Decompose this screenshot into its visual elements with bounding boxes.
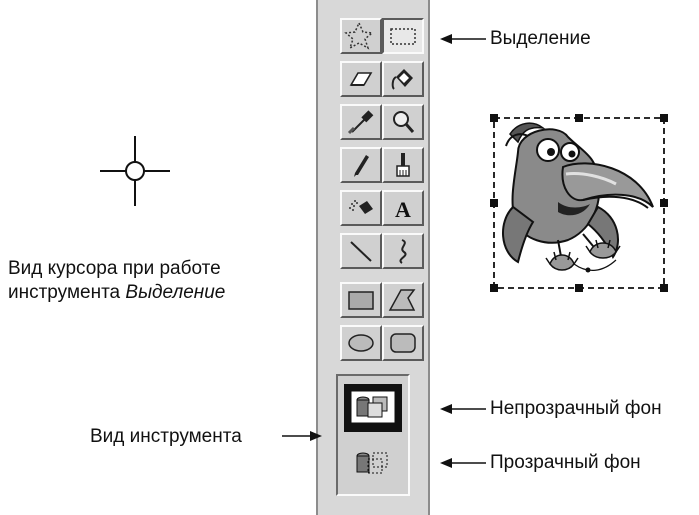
cursor-note-line2: инструмента Выделение <box>8 281 225 305</box>
tool-ellipse[interactable] <box>340 325 382 361</box>
background-option-panel <box>336 374 410 496</box>
curve-icon <box>399 239 407 264</box>
tool-rect-select[interactable] <box>382 18 424 54</box>
tool-airbrush[interactable] <box>340 190 382 226</box>
tool-magnifier[interactable] <box>382 104 424 140</box>
label-transparent-background: Прозрачный фон <box>490 452 641 473</box>
cursor-note-prefix: инструмента <box>8 282 126 303</box>
arrow-selection <box>440 34 486 44</box>
airbrush-icon <box>349 200 373 214</box>
rounded-rect-icon <box>390 333 416 353</box>
cursor-note-tool: Выделение <box>125 282 226 303</box>
magnifier-icon <box>393 111 415 133</box>
free-select-icon <box>344 21 374 50</box>
arrow-tool-view <box>282 431 322 441</box>
tool-eraser[interactable] <box>340 61 382 97</box>
tool-rectangle[interactable] <box>340 282 382 318</box>
bird-illustration <box>490 114 668 292</box>
tool-text[interactable]: A <box>382 190 424 226</box>
pencil-icon <box>354 155 369 177</box>
selected-image[interactable] <box>488 112 670 294</box>
brush-icon <box>396 153 410 177</box>
rectangle-icon <box>348 291 374 310</box>
ellipse-icon <box>348 334 374 352</box>
cursor-note: Вид курсора при работе инструмента Выдел… <box>8 257 225 305</box>
line-icon <box>350 241 372 262</box>
rect-select-icon <box>390 28 416 45</box>
toolbox-panel: A <box>316 0 430 515</box>
label-selection: Выделение <box>490 28 591 49</box>
tool-polygon[interactable] <box>382 282 424 318</box>
label-opaque-background: Непрозрачный фон <box>490 398 662 419</box>
tool-line[interactable] <box>340 233 382 269</box>
tool-pencil[interactable] <box>340 147 382 183</box>
option-transparent-background[interactable] <box>344 440 402 488</box>
text-icon: A <box>395 197 411 222</box>
tool-free-select[interactable] <box>340 18 382 54</box>
polygon-icon <box>388 289 416 311</box>
crosshair-cursor-icon <box>100 136 170 206</box>
tool-color-picker[interactable] <box>340 104 382 140</box>
tool-rounded-rect[interactable] <box>382 325 424 361</box>
eraser-icon <box>349 72 373 86</box>
color-picker-icon <box>347 110 374 135</box>
text-tool-glyph: A <box>395 197 411 222</box>
fill-bucket-icon <box>391 69 413 90</box>
arrow-opaque <box>440 404 486 414</box>
tool-brush[interactable] <box>382 147 424 183</box>
transparent-background-icon <box>356 452 388 474</box>
label-tool-view: Вид инструмента <box>90 426 242 447</box>
opaque-background-icon <box>344 384 402 432</box>
tool-curve[interactable] <box>382 233 424 269</box>
option-opaque-background[interactable] <box>344 384 402 432</box>
cursor-note-line1: Вид курсора при работе <box>8 258 221 279</box>
tool-fill[interactable] <box>382 61 424 97</box>
arrow-transparent <box>440 458 486 468</box>
